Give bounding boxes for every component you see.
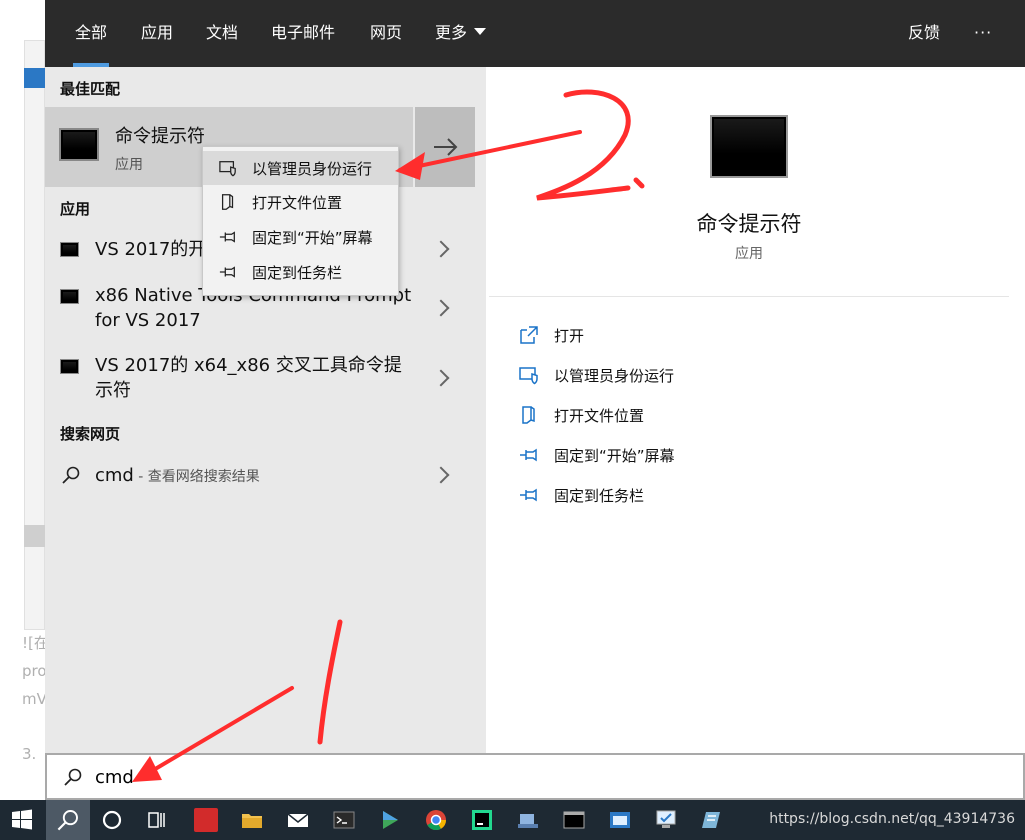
web-query-text: cmd - 查看网络搜索结果 (95, 463, 260, 490)
menu-item-pin-to-taskbar-label: 固定到任务栏 (252, 264, 343, 282)
action-open-file-location[interactable]: 打开文件位置 (519, 403, 719, 433)
web-search-hint: - 查看网络搜索结果 (133, 469, 260, 485)
search-flyout: 全部 应用 文档 电子邮件 网页 更多 反馈 ··· 最佳匹配 命令提示符 应用… (45, 0, 1025, 800)
watermark-url: https://blog.csdn.net/qq_43914736 (769, 811, 1015, 827)
action-pin-to-taskbar[interactable]: 固定到任务栏 (519, 483, 719, 513)
background-text-line: pro (22, 662, 45, 680)
taskbar: https://blog.csdn.net/qq_43914736 (0, 800, 1025, 840)
menu-item-run-as-admin-label: 以管理员身份运行 (252, 160, 373, 178)
best-match-title: 命令提示符 (115, 126, 205, 147)
background-page: ![在 pro mV 3. (0, 0, 45, 800)
chevron-right-icon (432, 466, 450, 484)
console-app-icon (60, 359, 79, 374)
pin-icon (520, 488, 537, 502)
background-text-line: 3. (22, 745, 37, 763)
chevron-right-icon (432, 299, 450, 317)
tab-more-label: 更多 (435, 23, 468, 42)
search-icon (57, 810, 78, 831)
remote-desktop-icon[interactable] (654, 808, 678, 832)
search-input[interactable] (95, 763, 695, 791)
best-match-header: 最佳匹配 (60, 80, 121, 98)
network-app-icon[interactable] (516, 808, 540, 832)
action-pin-to-start[interactable]: 固定到“开始”屏幕 (519, 443, 719, 473)
menu-item-pin-to-start-label: 固定到“开始”屏幕 (252, 229, 373, 247)
chevron-right-icon (432, 240, 450, 258)
terminal-icon[interactable] (332, 808, 356, 832)
action-pin-to-taskbar-label: 固定到任务栏 (554, 487, 645, 505)
menu-item-open-file-location-label: 打开文件位置 (252, 194, 343, 212)
menu-item-run-as-admin[interactable]: 以管理员身份运行 (203, 151, 398, 185)
feedback-button[interactable]: 反馈 (908, 0, 940, 67)
menu-item-pin-to-start[interactable]: 固定到“开始”屏幕 (203, 220, 398, 254)
tab-more[interactable]: 更多 (435, 0, 487, 67)
folder-location-icon (522, 406, 535, 424)
preview-panel: 命令提示符 应用 打开 以管理员身份运行 打开文件位置 固定到“开始”屏幕 固定… (489, 82, 1009, 753)
open-external-icon (520, 326, 538, 344)
action-run-as-admin[interactable]: 以管理员身份运行 (519, 363, 719, 393)
caret-down-icon (474, 28, 487, 35)
pin-icon (520, 448, 537, 462)
media-player-icon[interactable] (378, 808, 402, 832)
preview-title: 命令提示符 (696, 212, 802, 236)
pycharm-icon[interactable] (470, 808, 494, 832)
shield-window-icon (219, 161, 236, 177)
action-open-label: 打开 (554, 327, 585, 345)
arrow-right-icon (434, 138, 458, 156)
tab-web[interactable]: 网页 (370, 0, 402, 67)
action-pin-to-start-label: 固定到“开始”屏幕 (554, 447, 675, 465)
tab-documents[interactable]: 文档 (206, 0, 238, 67)
menu-item-open-file-location[interactable]: 打开文件位置 (203, 185, 398, 219)
preview-subtitle: 应用 (735, 246, 763, 262)
web-search-header: 搜索网页 (60, 425, 121, 443)
action-run-as-admin-label: 以管理员身份运行 (554, 367, 675, 385)
notes-app-icon[interactable] (700, 808, 724, 832)
background-text-line: mV (22, 690, 45, 708)
mail-icon[interactable] (286, 808, 310, 832)
more-options-button[interactable]: ··· (974, 0, 992, 67)
console-app-icon (60, 242, 79, 257)
web-query: cmd (95, 465, 134, 486)
taskbar-search-button[interactable] (46, 800, 90, 840)
task-view-icon[interactable] (145, 808, 169, 832)
windows-start-icon[interactable] (10, 808, 34, 832)
chevron-right-icon (432, 369, 450, 387)
search-icon (62, 466, 80, 484)
pin-icon (219, 266, 235, 278)
background-ribbon (24, 68, 45, 88)
tab-all[interactable]: 全部 (72, 0, 110, 67)
shield-window-icon (519, 367, 538, 385)
app-result-item[interactable]: VS 2017的 x64_x86 交叉工具命令提示符 (45, 350, 486, 410)
app-result-title: VS 2017的 x64_x86 交叉工具命令提示符 (95, 355, 402, 401)
command-prompt-icon (59, 128, 99, 161)
command-prompt-taskbar-icon[interactable] (562, 808, 586, 832)
folder-location-icon (221, 194, 234, 210)
file-explorer-icon[interactable] (240, 808, 264, 832)
youdao-dictionary-icon[interactable] (194, 808, 218, 832)
background-scroll-area (24, 525, 45, 547)
cortana-icon[interactable] (100, 808, 124, 832)
web-search-item[interactable]: cmd - 查看网络搜索结果 (45, 456, 486, 496)
window-app-icon[interactable] (608, 808, 632, 832)
command-prompt-large-icon (710, 115, 788, 178)
action-open[interactable]: 打开 (519, 323, 719, 353)
context-menu: 以管理员身份运行 打开文件位置 固定到“开始”屏幕 固定到任务栏 (202, 146, 399, 296)
tab-email[interactable]: 电子邮件 (271, 0, 335, 67)
background-text-line: ![在 (22, 634, 45, 652)
preview-divider (489, 296, 1009, 297)
search-box (45, 753, 1025, 800)
apps-header: 应用 (60, 200, 91, 218)
tab-apps[interactable]: 应用 (141, 0, 173, 67)
search-icon (64, 768, 82, 786)
action-open-file-location-label: 打开文件位置 (554, 407, 645, 425)
menu-item-pin-to-taskbar[interactable]: 固定到任务栏 (203, 255, 398, 289)
filter-bar: 全部 应用 文档 电子邮件 网页 更多 反馈 ··· (45, 0, 1025, 67)
pin-icon (219, 231, 235, 243)
open-preview-button[interactable] (415, 107, 475, 187)
best-match-subtitle: 应用 (115, 157, 143, 173)
chrome-icon[interactable] (424, 808, 448, 832)
console-app-icon (60, 289, 79, 304)
